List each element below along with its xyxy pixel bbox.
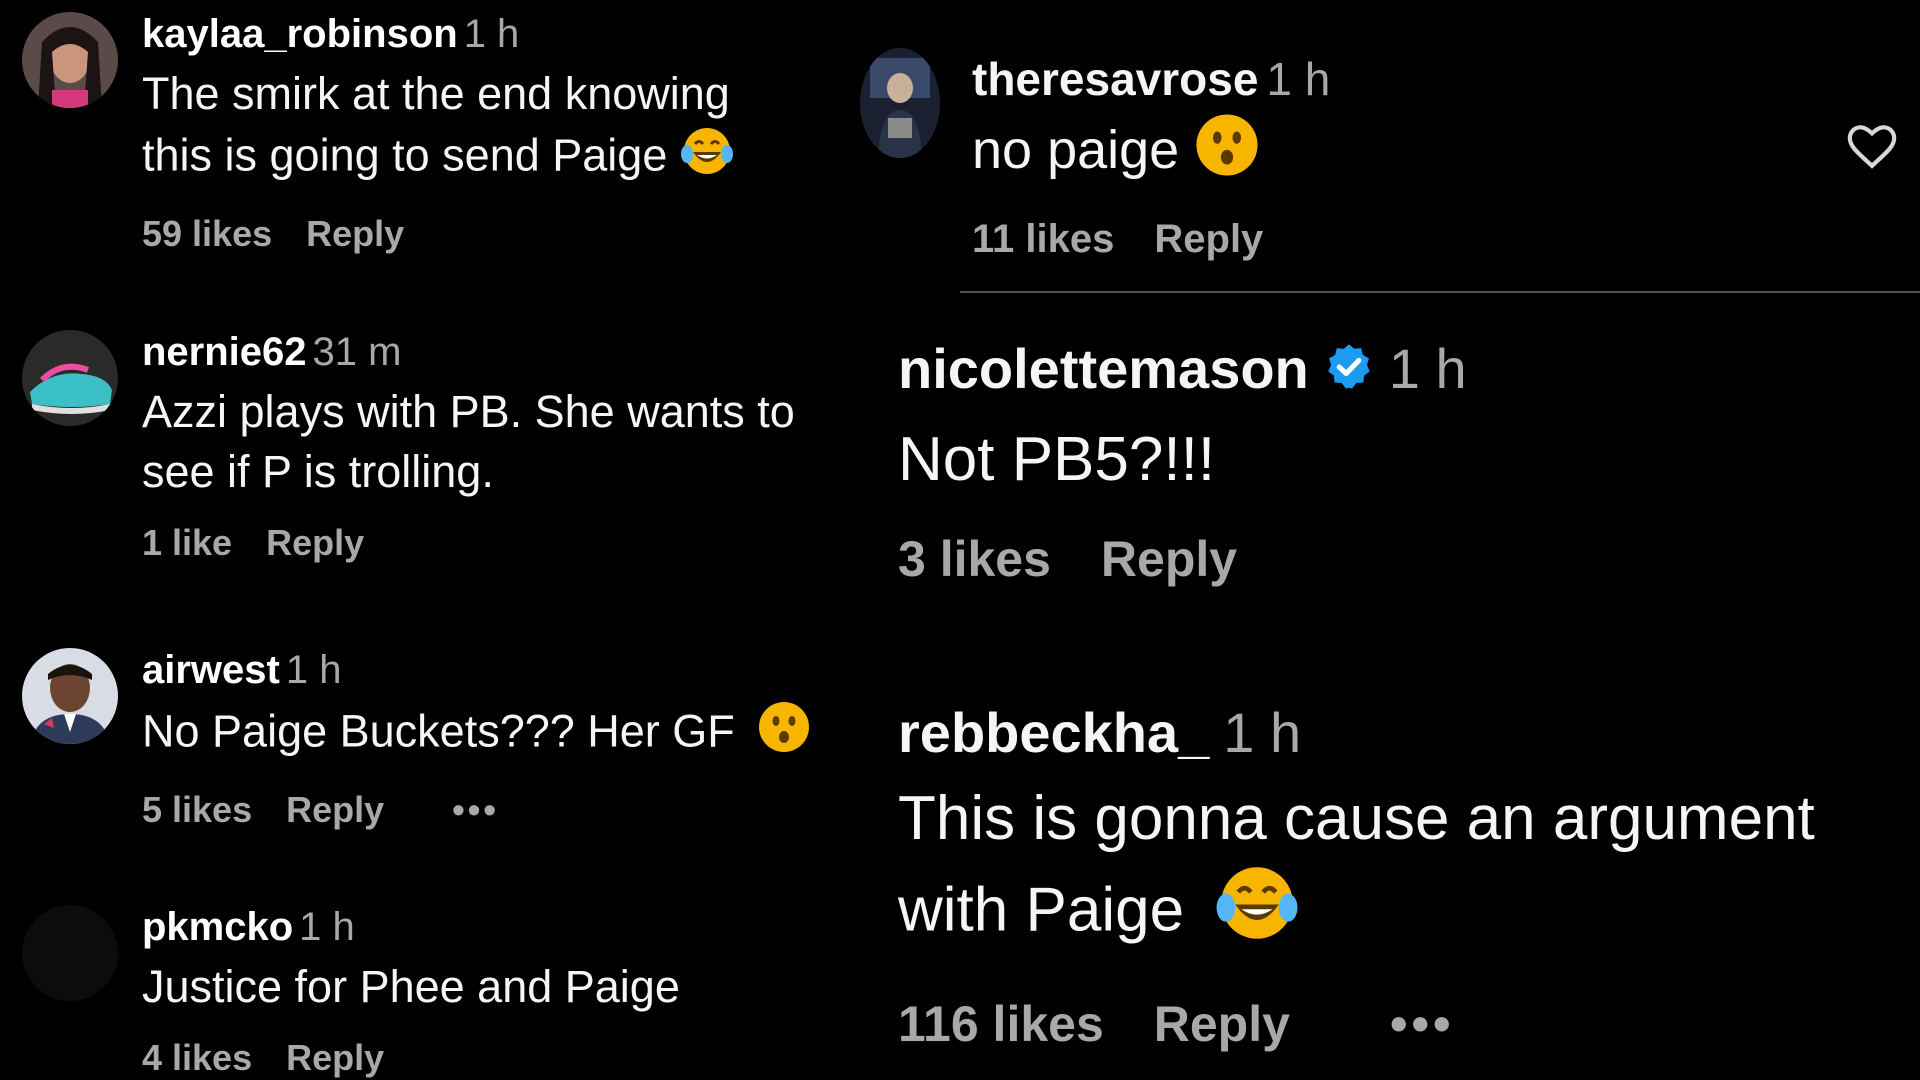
username[interactable]: nicolettemason <box>898 337 1309 400</box>
timestamp: 1 h <box>1266 53 1331 105</box>
heart-outline-icon[interactable] <box>1844 118 1900 174</box>
comment-text: no paige <box>972 112 1330 195</box>
comment-actions: 116 likes Reply ••• <box>898 995 1920 1053</box>
likes-count[interactable]: 4 likes <box>142 1037 252 1078</box>
laughing-tears-emoji <box>680 124 734 193</box>
comment-actions: 59 likes Reply <box>142 213 872 255</box>
right-comments-panel: theresavrose1 h no paige 11 likesReply <box>860 0 1920 1080</box>
comment-item: rebbeckha_ 1 h This is gonna cause an arg… <box>898 700 1920 1053</box>
timestamp: 1 h <box>1388 337 1467 400</box>
reply-button[interactable]: Reply <box>266 522 364 563</box>
verified-badge-icon <box>1323 341 1375 406</box>
reply-button[interactable]: Reply <box>306 213 404 254</box>
username[interactable]: nernie62 <box>142 330 307 374</box>
timestamp: 1 h <box>463 12 520 56</box>
comment-text-line: with Paige <box>898 875 1185 945</box>
likes-count[interactable]: 5 likes <box>142 789 252 830</box>
username[interactable]: pkmcko <box>142 905 293 949</box>
reply-button[interactable]: Reply <box>1101 531 1237 587</box>
comment-text-line: see if P is trolling. <box>142 446 494 497</box>
avatar[interactable] <box>860 48 940 158</box>
comment-text: The smirk at the end knowing this is goi… <box>142 64 872 193</box>
comment-actions: 3 likes Reply <box>898 530 1920 588</box>
comment-text-line: Azzi plays with PB. She wants to <box>142 386 795 437</box>
comment-text-line: The smirk at the end knowing <box>142 68 730 119</box>
avatar[interactable] <box>22 330 118 426</box>
reply-button[interactable]: Reply <box>1154 996 1290 1052</box>
comment-text: Not PB5?!!! <box>898 418 1920 502</box>
reply-button[interactable]: Reply <box>286 789 384 830</box>
more-options-icon[interactable]: ••• <box>452 789 499 830</box>
likes-count[interactable]: 3 likes <box>898 531 1051 587</box>
comment-actions: 5 likes Reply ••• <box>142 789 872 831</box>
timestamp: 31 m <box>312 330 402 374</box>
comment-actions: 4 likes Reply <box>142 1037 872 1079</box>
reply-button[interactable]: Reply <box>286 1037 384 1078</box>
likes-count[interactable]: 11 likes <box>972 217 1114 261</box>
comment-actions: 1 like Reply <box>142 522 872 564</box>
divider <box>960 291 1920 293</box>
laughing-tears-emoji <box>1215 861 1299 967</box>
comment-item: nicolettemason 1 h Not PB5?!!! 3 likes Re… <box>898 336 1920 588</box>
more-options-icon[interactable]: ••• <box>1390 996 1455 1052</box>
surprised-face-emoji <box>1194 112 1260 195</box>
comment-text: Azzi plays with PB. She wants to see if … <box>142 382 872 502</box>
timestamp: 1 h <box>285 648 342 692</box>
likes-count[interactable]: 59 likes <box>142 213 272 254</box>
comment-text-line: this is going to send Paige <box>142 129 668 181</box>
likes-count[interactable]: 1 like <box>142 522 232 563</box>
comment-text-line: This is gonna cause an argument <box>898 784 1815 853</box>
avatar[interactable] <box>22 12 118 108</box>
username[interactable]: kaylaa_robinson <box>142 12 458 56</box>
comment-text: This is gonna cause an argument with Pai… <box>898 777 1920 967</box>
comment-text-line: Justice for Phee and Paige <box>142 961 680 1012</box>
username[interactable]: theresavrose <box>972 53 1258 105</box>
left-comments-panel: kaylaa_robinson 1 h The smirk at the end … <box>0 0 860 1080</box>
comment-text: No Paige Buckets??? Her GF <box>142 700 872 769</box>
avatar[interactable] <box>22 905 118 1001</box>
username[interactable]: rebbeckha_ <box>898 701 1209 764</box>
comment-item: theresavrose 1 h no paige 11 likes Reply <box>860 40 1920 280</box>
comment-text-line: Not PB5?!!! <box>898 424 1216 494</box>
timestamp: 1 h <box>1223 701 1302 764</box>
comment-actions: 11 likes Reply <box>972 217 1330 262</box>
surprised-face-emoji <box>757 700 811 769</box>
comment-text-line: no paige <box>972 119 1180 180</box>
username[interactable]: airwest <box>142 648 280 692</box>
comment-text: Justice for Phee and Paige <box>142 957 872 1017</box>
timestamp: 1 h <box>299 905 355 949</box>
avatar[interactable] <box>22 648 118 744</box>
likes-count[interactable]: 116 likes <box>898 996 1104 1052</box>
comment-text-line: No Paige Buckets??? Her GF <box>142 705 735 757</box>
reply-button[interactable]: Reply <box>1154 217 1263 261</box>
